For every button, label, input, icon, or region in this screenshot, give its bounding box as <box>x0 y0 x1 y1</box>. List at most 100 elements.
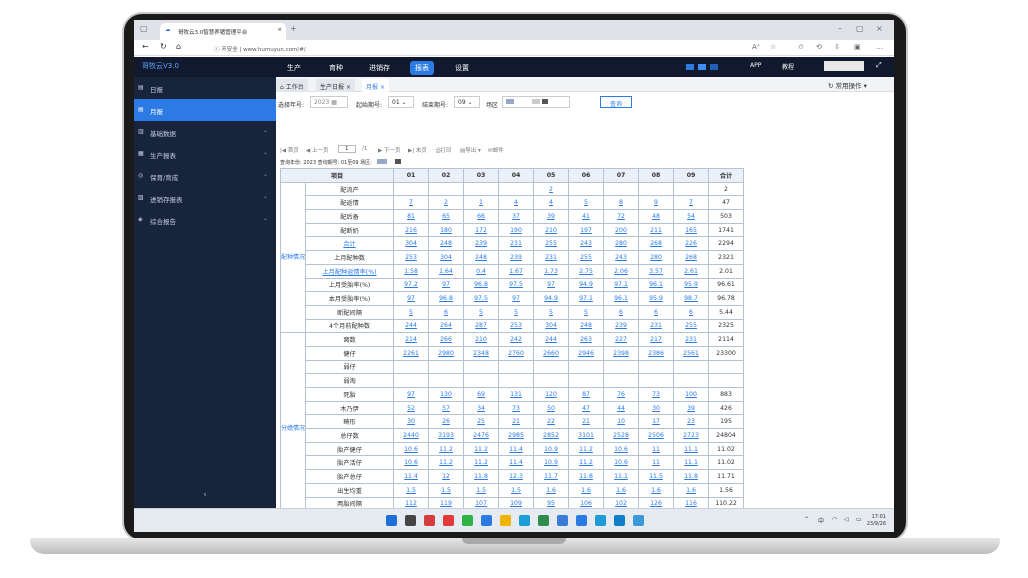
table-cell[interactable]: 2561 <box>673 345 710 361</box>
table-cell[interactable]: 97.5 <box>498 277 535 293</box>
collapse-sidebar-button[interactable]: ‹ <box>134 486 276 508</box>
sidebar-item-production-report[interactable]: ▦ 生产报表 ⌄ <box>134 143 276 165</box>
table-cell[interactable]: 200 <box>603 222 640 238</box>
search-icon[interactable] <box>405 515 416 526</box>
tab-workbench[interactable]: ⌂ 工作台 <box>276 79 308 92</box>
close-window-icon[interactable]: × <box>876 24 883 33</box>
table-cell[interactable]: 0.4 <box>463 263 500 279</box>
table-cell[interactable]: 304 <box>393 236 430 252</box>
browser-tab[interactable]: ☁ 哥牧云3.0智慧养猪管理平台 × <box>160 23 286 40</box>
table-cell[interactable]: 2348 <box>463 345 500 361</box>
table-cell[interactable]: 2980 <box>428 345 465 361</box>
table-cell[interactable]: 2 <box>533 181 570 197</box>
table-cell[interactable]: 47 <box>568 400 605 416</box>
table-cell[interactable]: 130 <box>428 387 465 402</box>
year-select[interactable]: 2023 ▦ <box>310 96 348 108</box>
table-cell[interactable]: 10.9 <box>533 455 570 471</box>
next-page-button[interactable]: ▶ 下一页 <box>378 146 400 154</box>
battery-icon[interactable]: ▭ <box>856 516 862 523</box>
table-cell[interactable]: 10.6 <box>603 441 640 457</box>
mail-button[interactable]: ✉邮件 <box>488 146 504 154</box>
new-tab-icon[interactable]: + <box>290 24 297 33</box>
table-cell[interactable]: 11.2 <box>568 441 605 457</box>
end-period-select[interactable]: 09 ⌄ <box>454 96 480 108</box>
table-cell[interactable]: 211 <box>638 222 675 238</box>
table-cell[interactable]: 97 <box>428 277 465 293</box>
table-cell[interactable]: 30 <box>393 414 430 430</box>
table-cell[interactable]: 10.6 <box>393 455 430 471</box>
more-icon[interactable]: … <box>876 43 883 51</box>
table-cell[interactable]: 97.5 <box>463 291 500 306</box>
refresh-icon[interactable]: ↻ <box>160 42 167 51</box>
tutorial-link[interactable]: 教程 <box>782 62 794 71</box>
export-button[interactable]: ▤导出 ▾ <box>460 146 481 154</box>
table-cell[interactable]: 266 <box>428 332 465 347</box>
table-cell[interactable]: 96.1 <box>638 277 675 293</box>
star-icon[interactable]: ☆ <box>770 43 776 51</box>
table-cell[interactable]: 2760 <box>498 345 535 361</box>
profile-icon[interactable]: ▣ <box>854 43 861 51</box>
maximize-icon[interactable]: ▢ <box>856 24 864 33</box>
table-cell[interactable]: 304 <box>428 250 465 265</box>
table-cell[interactable]: 21 <box>498 414 535 430</box>
table-cell[interactable]: 30 <box>638 400 675 416</box>
table-cell[interactable]: 98.7 <box>673 291 710 306</box>
table-cell[interactable]: 11.2 <box>428 441 465 457</box>
table-cell[interactable]: 1.6 <box>673 482 710 498</box>
table-cell[interactable]: 34 <box>463 400 500 416</box>
sidebar-item-nursery[interactable]: ◎ 保育/育成 ⌄ <box>134 165 276 187</box>
table-cell[interactable]: 3101 <box>568 428 605 443</box>
table-cell[interactable]: 97.1 <box>603 277 640 293</box>
table-cell[interactable]: 73 <box>638 387 675 402</box>
app-icon[interactable] <box>424 515 435 526</box>
first-page-button[interactable]: |◀ 首页 <box>280 146 299 154</box>
common-ops-menu[interactable]: ↻ 常用操作 ▾ <box>828 80 867 90</box>
wechat-icon[interactable] <box>462 515 473 526</box>
table-cell[interactable]: 11.2 <box>568 455 605 471</box>
table-cell[interactable]: 255 <box>533 236 570 252</box>
table-cell[interactable]: 76 <box>603 387 640 402</box>
table-cell[interactable]: 231 <box>498 236 535 252</box>
nav-breeding[interactable]: 育种 <box>324 61 348 75</box>
table-cell[interactable]: 12.3 <box>498 469 535 484</box>
sidebar-item-summary-report[interactable]: ◈ 综合报告 ⌄ <box>134 209 276 231</box>
table-cell[interactable]: 4 <box>533 195 570 211</box>
table-cell[interactable]: 97.1 <box>568 291 605 306</box>
nav-settings[interactable]: 设置 <box>450 61 474 75</box>
table-cell[interactable]: 11.4 <box>393 469 430 484</box>
table-cell[interactable]: 1.58 <box>393 263 430 279</box>
table-cell[interactable]: 21 <box>568 414 605 430</box>
close-icon[interactable]: × <box>346 84 351 91</box>
table-cell[interactable]: 248 <box>568 318 605 334</box>
table-cell[interactable]: 231 <box>673 332 710 347</box>
table-cell[interactable]: 87 <box>568 387 605 402</box>
table-cell[interactable]: 10.6 <box>603 455 640 471</box>
table-cell[interactable]: 2528 <box>603 428 640 443</box>
table-cell[interactable]: 11.1 <box>603 469 640 484</box>
table-cell[interactable]: 97 <box>393 387 430 402</box>
table-cell[interactable]: 2398 <box>603 345 640 361</box>
table-cell[interactable]: 1.67 <box>498 263 535 279</box>
table-cell[interactable]: 2.06 <box>603 263 640 279</box>
table-cell[interactable]: 97.2 <box>393 277 430 293</box>
table-cell[interactable]: 5 <box>498 304 535 320</box>
table-cell[interactable]: 1.73 <box>533 263 570 279</box>
table-cell[interactable]: 11.2 <box>463 455 500 471</box>
sidebar-item-base-data[interactable]: ▥ 基础数据 ⌄ <box>134 121 276 143</box>
table-cell[interactable]: 94.9 <box>568 277 605 293</box>
nav-production[interactable]: 生产 <box>282 61 306 75</box>
table-cell[interactable]: 81 <box>393 209 430 224</box>
table-cell[interactable]: 216 <box>393 222 430 238</box>
table-cell[interactable]: 11.4 <box>498 441 535 457</box>
clock[interactable]: 17:01 23/9/26 <box>867 514 886 528</box>
photo-icon[interactable] <box>595 515 606 526</box>
last-page-button[interactable]: ▶| 末页 <box>408 146 427 154</box>
table-cell[interactable]: 3193 <box>428 428 465 443</box>
table-cell[interactable]: 1.6 <box>568 482 605 498</box>
table-cell[interactable]: 2506 <box>638 428 675 443</box>
table-cell[interactable]: 73 <box>498 400 535 416</box>
table-cell[interactable]: 94.9 <box>533 291 570 306</box>
table-cell[interactable]: 54 <box>673 209 710 224</box>
table-cell[interactable]: 9 <box>638 195 675 211</box>
query-button[interactable]: 查询 <box>600 96 632 108</box>
